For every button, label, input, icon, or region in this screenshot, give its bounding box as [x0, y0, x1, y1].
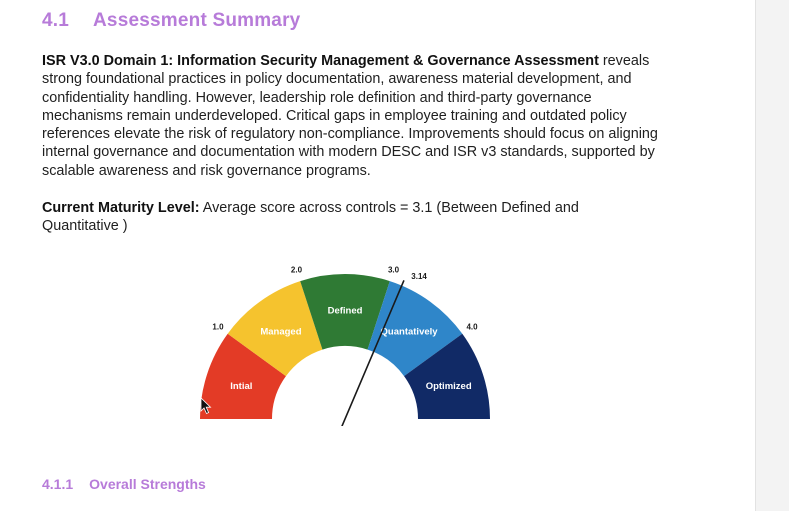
gauge-band-label: Intial — [230, 381, 252, 392]
gauge-tick-label: 2.0 — [291, 266, 303, 275]
gauge-band-label: Optimized — [426, 381, 472, 392]
gauge-tick-label: 1.0 — [212, 323, 224, 332]
gauge-tick-label: 4.0 — [466, 323, 478, 332]
gauge-band-label: Managed — [260, 326, 301, 337]
summary-lead: ISR V3.0 Domain 1: Information Security … — [42, 53, 599, 69]
maturity-paragraph: Current Maturity Level: Average score ac… — [42, 199, 642, 236]
document-page: 4.1 Assessment Summary ISR V3.0 Domain 1… — [0, 0, 755, 511]
summary-body: reveals strong foundational practices in… — [42, 53, 658, 179]
subsection-title: Overall Strengths — [89, 476, 206, 492]
gauge-needle-label: 3.14 — [411, 272, 427, 281]
gauge-tick-label: 3.0 — [388, 266, 400, 275]
maturity-label: Current Maturity Level: — [42, 200, 200, 216]
section-title: Assessment Summary — [93, 10, 301, 31]
subsection-number: 4.1.1 — [42, 476, 74, 492]
summary-paragraph: ISR V3.0 Domain 1: Information Security … — [42, 52, 672, 180]
right-gutter — [755, 0, 789, 511]
subsection-heading: 4.1.1 Overall Strengths — [42, 476, 206, 492]
gauge-band-label: Quantatively — [381, 326, 439, 337]
section-number: 4.1 — [42, 10, 70, 31]
maturity-gauge: Intial Managed Defined Quantatively Optimize… — [200, 266, 490, 426]
section-heading: 4.1 Assessment Summary — [42, 10, 300, 32]
gauge-bands — [200, 274, 490, 419]
mouse-cursor-icon — [200, 397, 212, 415]
gauge-band-label: Defined — [328, 306, 363, 317]
